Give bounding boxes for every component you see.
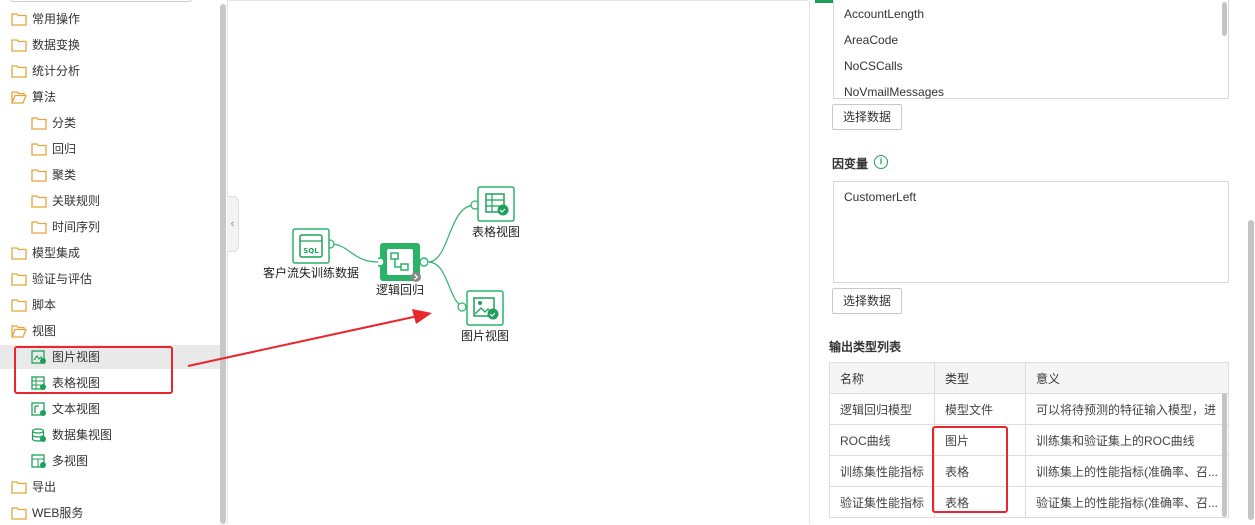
edge-sql-to-logistic xyxy=(329,243,379,263)
independent-variables-list[interactable]: AccountLength AreaCode NoCSCalls NoVmail… xyxy=(833,0,1229,99)
image-view-icon xyxy=(466,290,504,326)
table-cell: 训练集性能指标 xyxy=(828,455,936,487)
info-icon[interactable]: i xyxy=(874,155,888,169)
select-data-button[interactable]: 选择数据 xyxy=(832,104,902,130)
annotation-arrow-line xyxy=(187,315,419,367)
node-table-view-label: 表格视图 xyxy=(471,225,520,239)
sql-badge: SQL xyxy=(303,247,319,255)
node-table-view[interactable] xyxy=(477,186,515,222)
table-header-row: 名称 类型 意义 xyxy=(828,362,1229,394)
table-cell: 模型文件 xyxy=(934,393,1026,425)
logistic-regression-icon xyxy=(375,243,429,282)
annotation-arrow-head xyxy=(412,309,432,324)
sql-icon: SQL xyxy=(292,228,330,264)
column-header: 类型 xyxy=(934,362,1026,394)
table-scrollbar[interactable] xyxy=(1222,393,1227,517)
node-image-view[interactable] xyxy=(466,290,504,326)
table-cell: 验证集上的性能指标(准确率、召... xyxy=(1025,486,1229,518)
node-logistic-label: 逻辑回归 xyxy=(375,283,424,297)
output-types-title: 输出类型列表 xyxy=(829,340,902,354)
node-sql-label: 客户流失训练数据 xyxy=(262,266,359,280)
table-row[interactable]: 逻辑回归模型 模型文件 可以将待预测的特征输入模型，进 xyxy=(828,393,1229,425)
list-item[interactable]: AreaCode xyxy=(844,33,898,47)
list-scrollbar[interactable] xyxy=(1222,2,1227,36)
table-cell: 训练集和验证集上的ROC曲线 xyxy=(1025,424,1229,456)
table-row[interactable]: 验证集性能指标 表格 验证集上的性能指标(准确率、召... xyxy=(828,486,1229,518)
table-view-icon xyxy=(477,186,515,222)
table-cell: 可以将待预测的特征输入模型，进 xyxy=(1025,393,1229,425)
list-item[interactable]: AccountLength xyxy=(844,7,924,21)
port-in xyxy=(457,302,467,312)
node-image-view-label: 图片视图 xyxy=(460,329,509,343)
list-item[interactable]: NoVmailMessages xyxy=(844,85,944,99)
node-sql-data[interactable]: SQL xyxy=(292,228,330,264)
output-types-table: 名称 类型 意义 逻辑回归模型 模型文件 可以将待预测的特征输入模型，进 ROC… xyxy=(828,362,1229,518)
panel-scrollbar[interactable] xyxy=(1248,220,1254,520)
table-row[interactable]: ROC曲线 图片 训练集和验证集上的ROC曲线 xyxy=(828,424,1229,456)
node-logistic-regression[interactable] xyxy=(375,242,429,282)
dependent-variable-list[interactable]: CustomerLeft xyxy=(833,181,1229,283)
annotation-highlight-box xyxy=(14,346,173,394)
table-row[interactable]: 训练集性能指标 表格 训练集上的性能指标(准确率、召... xyxy=(828,455,1229,487)
dependent-variable-title: 因变量 xyxy=(832,157,869,171)
annotation-highlight-box xyxy=(932,426,1008,513)
select-data-button[interactable]: 选择数据 xyxy=(832,288,902,314)
edge-logistic-to-image xyxy=(427,261,467,308)
table-cell: 验证集性能指标 xyxy=(828,486,936,518)
table-cell: 逻辑回归模型 xyxy=(828,393,936,425)
table-cell: ROC曲线 xyxy=(828,424,936,456)
table-cell: 训练集上的性能指标(准确率、召... xyxy=(1025,455,1229,487)
list-item[interactable]: NoCSCalls xyxy=(844,59,903,73)
list-item[interactable]: CustomerLeft xyxy=(844,190,916,204)
column-header: 意义 xyxy=(1025,362,1229,394)
column-header: 名称 xyxy=(828,362,936,394)
